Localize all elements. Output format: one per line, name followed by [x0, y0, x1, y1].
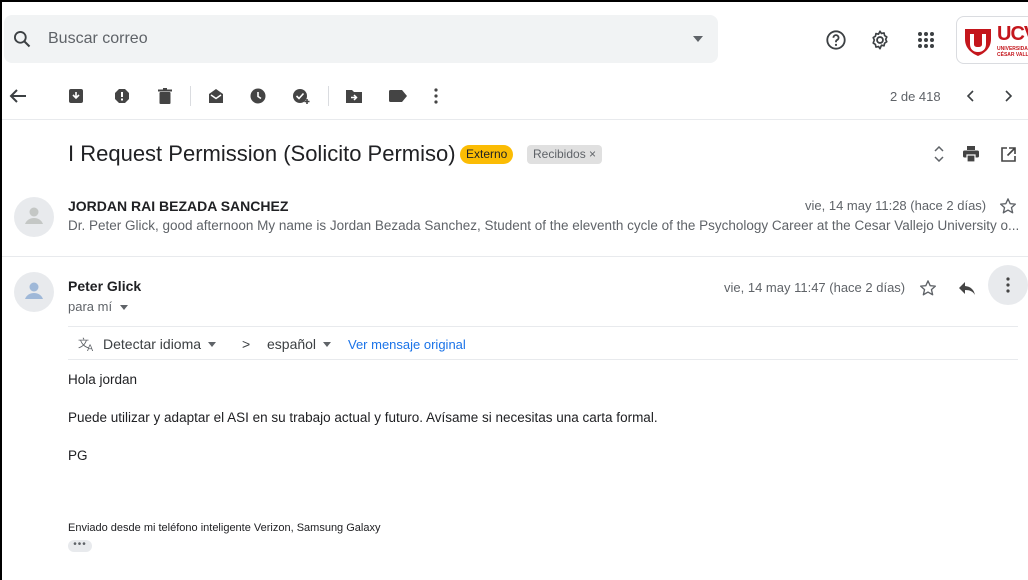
detect-language-dropdown[interactable]: 文A Detectar idioma — [78, 336, 217, 352]
open-new-window-icon[interactable] — [997, 143, 1019, 165]
translate-bar: 文A Detectar idioma > español Ver mensaje… — [68, 326, 1018, 360]
report-spam-icon[interactable] — [110, 84, 134, 108]
chevron-down-icon — [323, 341, 332, 347]
subject-row: I Request Permission (Solicito Permiso) … — [2, 132, 1028, 176]
vertical-dots-icon — [1006, 277, 1010, 293]
target-language-dropdown[interactable]: español — [267, 336, 332, 352]
star-icon[interactable] — [918, 278, 938, 298]
message-body-line: Puede utilizar y adaptar el ASI en su tr… — [68, 410, 658, 425]
back-arrow-icon[interactable] — [6, 84, 30, 108]
search-icon[interactable] — [8, 15, 36, 63]
move-to-folder-icon[interactable] — [342, 84, 366, 108]
search-input[interactable]: Buscar correo — [48, 30, 678, 48]
avatar — [14, 197, 54, 237]
search-bar[interactable]: Buscar correo — [4, 15, 718, 63]
print-icon[interactable] — [960, 143, 982, 165]
recipient-label: para mí — [68, 299, 113, 314]
message-toolbar: 2 de 418 — [2, 72, 1028, 120]
top-header: Buscar correo UCV UNIVERSIDAD CÉSAR VALL… — [2, 2, 1028, 72]
label-external-badge: Externo — [460, 145, 514, 164]
gmail-window: Buscar correo UCV UNIVERSIDAD CÉSAR VALL… — [0, 0, 1028, 580]
message-sender: Peter Glick — [68, 278, 142, 294]
show-trimmed-content-button[interactable]: ••• — [68, 540, 92, 552]
organization-logo[interactable]: UCV UNIVERSIDAD CÉSAR VALLEJO — [956, 16, 1028, 64]
translate-icon: 文A — [78, 336, 94, 352]
chevron-down-icon — [119, 305, 128, 311]
toolbar-divider — [328, 86, 329, 106]
more-options-icon[interactable] — [424, 84, 448, 108]
message-divider — [2, 256, 1028, 257]
message-date: vie, 14 may 11:28 (hace 2 días) — [805, 198, 987, 213]
add-task-icon[interactable] — [289, 84, 313, 108]
recipient-details-toggle[interactable]: para mí — [68, 299, 128, 314]
message-sender: JORDAN RAI BEZADA SANCHEZ — [68, 198, 289, 214]
person-icon — [25, 282, 43, 299]
search-options-icon[interactable] — [678, 36, 718, 42]
newer-chevron-left-icon[interactable] — [958, 84, 982, 108]
message-snippet[interactable]: Dr. Peter Glick, good afternoon My name … — [68, 218, 1022, 233]
apps-grid-icon[interactable] — [914, 28, 938, 52]
person-icon — [25, 207, 43, 224]
logo-subtext: UNIVERSIDAD CÉSAR VALLEJO — [997, 46, 1028, 58]
detect-language-label: Detectar idioma — [103, 336, 202, 352]
ucv-shield-icon — [965, 29, 991, 56]
chevron-down-icon — [208, 341, 217, 347]
reply-icon[interactable] — [957, 278, 977, 298]
target-language-label: español — [267, 336, 317, 352]
star-icon[interactable] — [998, 196, 1018, 216]
snooze-clock-icon[interactable] — [246, 84, 270, 108]
older-chevron-right-icon[interactable] — [997, 84, 1021, 108]
help-icon[interactable] — [824, 28, 848, 52]
archive-icon[interactable] — [64, 84, 88, 108]
label-tag-icon[interactable] — [386, 84, 410, 108]
message-body-line: Hola jordan — [68, 372, 138, 387]
email-subject: I Request Permission (Solicito Permiso) — [68, 141, 456, 166]
message-more-options-button[interactable] — [988, 265, 1028, 305]
expand-collapse-icon[interactable] — [928, 143, 950, 165]
toolbar-divider — [190, 86, 191, 106]
message-signature: Enviado desde mi teléfono inteligente Ve… — [68, 522, 381, 534]
view-original-link[interactable]: Ver mensaje original — [348, 337, 466, 352]
label-inbox-chip[interactable]: Recibidos × — [527, 145, 603, 164]
message-body-line: PG — [68, 448, 88, 463]
svg-text:A: A — [87, 344, 94, 352]
avatar — [14, 272, 54, 312]
settings-gear-icon[interactable] — [868, 28, 892, 52]
mark-unread-icon[interactable] — [204, 84, 228, 108]
delete-trash-icon[interactable] — [153, 84, 177, 108]
pagination-count: 2 de 418 — [890, 89, 941, 104]
translate-arrow-label: > — [242, 336, 251, 352]
logo-text: UCV — [997, 23, 1028, 45]
message-date: vie, 14 may 11:47 (hace 2 días) — [724, 280, 906, 295]
